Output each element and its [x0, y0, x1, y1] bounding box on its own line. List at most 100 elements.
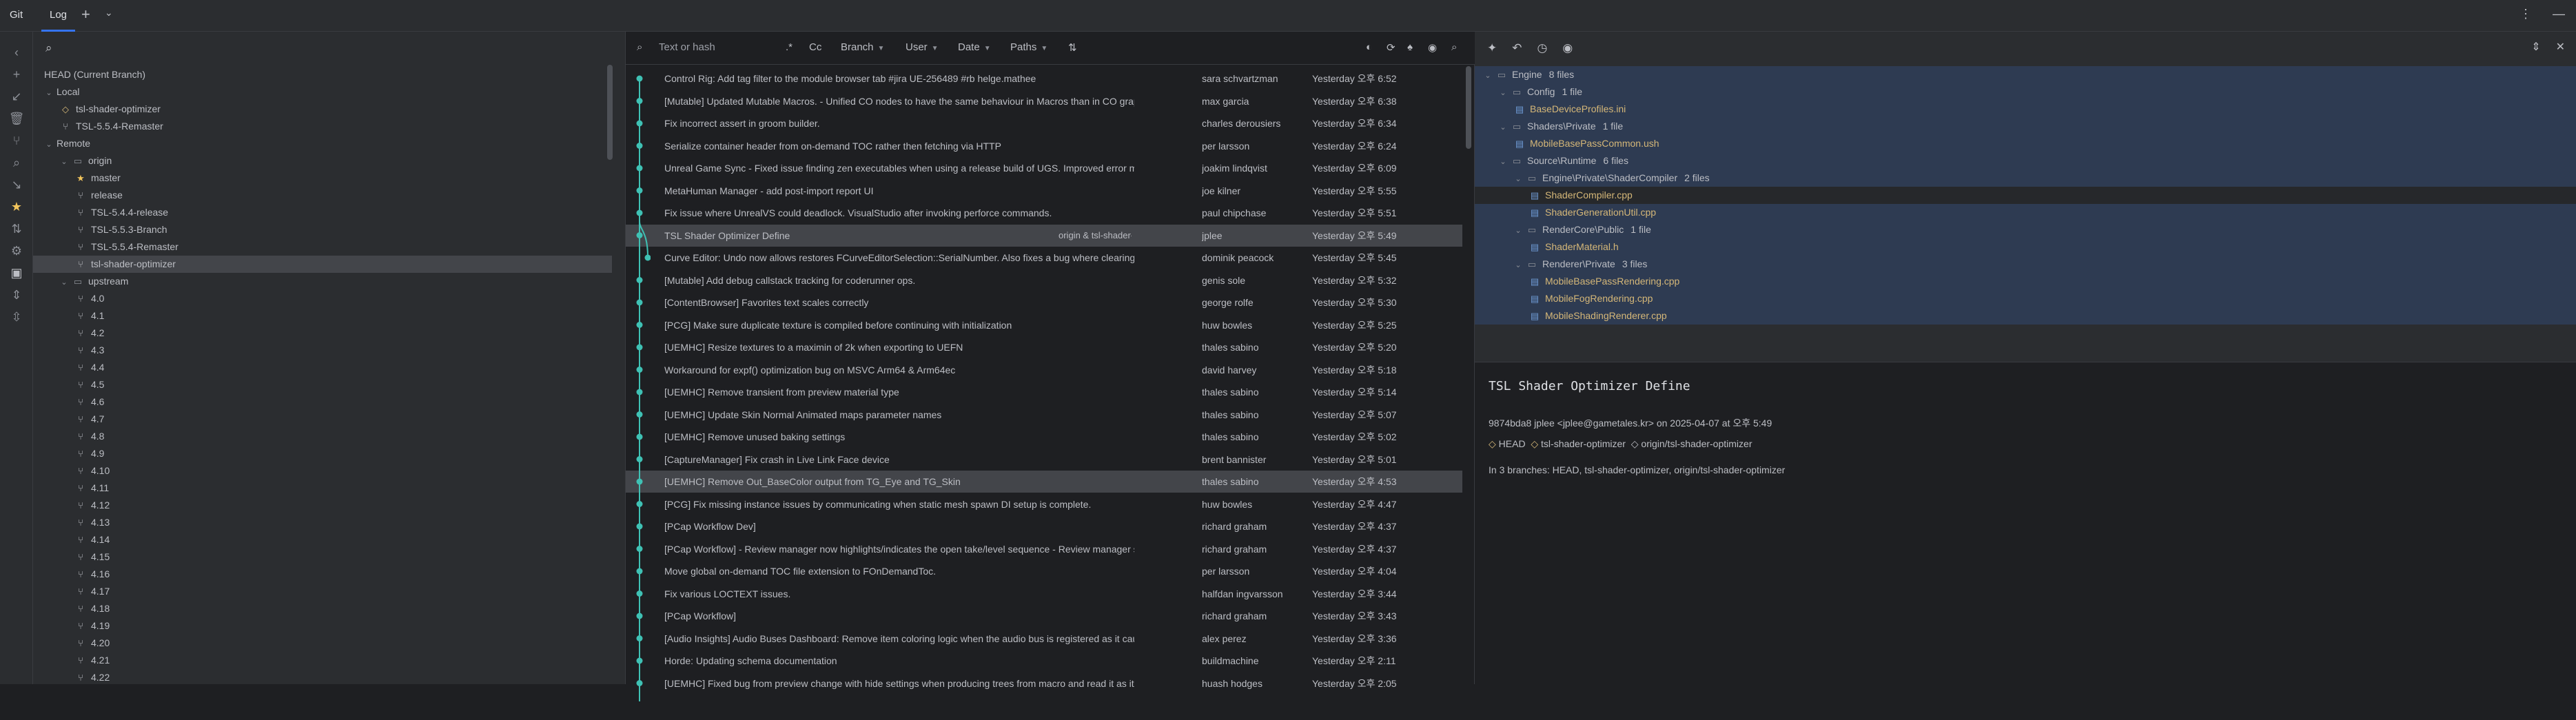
commit-row[interactable]: Fix issue where UnrealVS could deadlock.… — [626, 202, 1462, 224]
view-options-icon[interactable]: ◉ — [1428, 41, 1437, 54]
branch-item[interactable]: ◇ tsl-shader-optimizer — [33, 101, 612, 118]
ref-remote-branch[interactable]: origin/tsl-shader-optimizer — [1641, 438, 1752, 449]
user-filter-dropdown[interactable]: User ▼ — [906, 41, 939, 53]
tabs-dropdown-icon[interactable]: ⌄ — [105, 7, 113, 19]
fetch-icon[interactable]: ↘ — [0, 178, 33, 192]
chevron-down-icon[interactable]: ⌄ — [1483, 68, 1493, 85]
changed-file-item[interactable]: ▤ MobileBasePassCommon.ush — [1475, 135, 2576, 152]
paths-filter-dropdown[interactable]: Paths ▼ — [1010, 41, 1047, 53]
commit-row[interactable]: Fix incorrect assert in groom builder. ch… — [626, 112, 1462, 134]
branch-search-icon[interactable]: ⌕ — [45, 41, 52, 55]
chevron-down-icon[interactable]: ⌄ — [1513, 223, 1523, 240]
search-icon[interactable]: ⌕ — [0, 156, 33, 170]
add-tab-icon[interactable]: + — [81, 6, 90, 23]
show-diff-icon[interactable]: ✦ — [1487, 41, 1497, 55]
commit-row[interactable]: [UEMHC] Fixed bug from preview change wi… — [626, 672, 1462, 695]
branch-item[interactable]: ⌄ ▭ origin — [33, 152, 612, 169]
changed-folder-item[interactable]: ⌄ ▭ Config 1 file — [1475, 83, 2576, 101]
match-case-toggle[interactable]: Cc — [809, 41, 821, 53]
commit-row[interactable]: [Audio Insights] Audio Buses Dashboard: … — [626, 628, 1462, 650]
branch-item[interactable]: ⑂ release — [33, 187, 612, 204]
view-options-icon[interactable]: ◉ — [1562, 41, 1573, 55]
chevron-down-icon[interactable]: ⌄ — [44, 136, 54, 154]
chevron-down-icon[interactable]: ⌄ — [1498, 85, 1508, 102]
branch-item[interactable]: ⑂ 4.6 — [33, 393, 612, 411]
branch-item[interactable]: ⑂ 4.4 — [33, 359, 612, 376]
branch-item[interactable]: ⑂ 4.20 — [33, 635, 612, 652]
commit-row[interactable]: [PCap Workflow Dev] richard graham Yesterd… — [626, 515, 1462, 537]
commit-row[interactable]: [PCap Workflow] richard graham Yesterday 오… — [626, 605, 1462, 627]
history-icon[interactable]: ◷ — [1537, 41, 1548, 55]
branch-item[interactable]: ⑂ TSL-5.4.4-release — [33, 204, 612, 221]
branch-item[interactable]: ⑂ 4.11 — [33, 480, 612, 497]
minimize-icon[interactable]: — — [2553, 7, 2565, 21]
commit-row[interactable]: Serialize container header from on-deman… — [626, 135, 1462, 157]
panel-toggle-icon[interactable]: ▣ — [0, 266, 33, 280]
changed-file-item[interactable]: ▤ ShaderCompiler.cpp — [1475, 187, 2576, 204]
commit-row[interactable]: Curve Editor: Undo now allows restores F… — [626, 247, 1462, 269]
changed-folder-item[interactable]: ⌄ ▭ Engine\Private\ShaderCompiler 2 files — [1475, 169, 2576, 187]
chevron-down-icon[interactable]: ⌄ — [1513, 171, 1523, 188]
commit-row[interactable]: [PCG] Fix missing instance issues by com… — [626, 493, 1462, 515]
changed-file-item[interactable]: ▤ BaseDeviceProfiles.ini — [1475, 101, 2576, 118]
branch-filter-dropdown[interactable]: Branch ▼ — [841, 41, 884, 53]
graph-options-icon[interactable]: ◐ — [1366, 41, 1372, 53]
branch-item[interactable]: ⑂ 4.5 — [33, 376, 612, 393]
commit-row[interactable]: [CaptureManager] Fix crash in Live Link … — [626, 449, 1462, 471]
cherry-pick-icon[interactable]: ♠ — [1407, 41, 1413, 53]
changed-file-item[interactable]: ▤ MobileFogRendering.cpp — [1475, 290, 2576, 307]
changed-file-item[interactable]: ▤ ShaderGenerationUtil.cpp — [1475, 204, 2576, 221]
compare-icon[interactable]: ⇅ — [0, 222, 33, 236]
branch-item[interactable]: ⌄ Local — [33, 83, 612, 101]
branch-item[interactable]: ⌄ Remote — [33, 135, 612, 152]
branch-item[interactable]: HEAD (Current Branch) — [33, 66, 612, 83]
commit-row[interactable]: Move global on-demand TOC file extension… — [626, 560, 1462, 582]
branch-item[interactable]: ⌄ ▭ upstream — [33, 273, 612, 290]
revert-icon[interactable]: ↶ — [1512, 41, 1522, 55]
settings-icon[interactable]: ⚙ — [0, 244, 33, 258]
chevron-down-icon[interactable]: ⌄ — [59, 274, 69, 291]
collapse-all-icon[interactable]: ⇳ — [0, 310, 33, 325]
commit-row[interactable]: [UEMHC] Resize textures to a maximin of … — [626, 336, 1462, 358]
branch-item[interactable]: ⑂ 4.10 — [33, 462, 612, 480]
commit-row[interactable]: [UEMHC] Remove Out_BaseColor output from… — [626, 471, 1462, 493]
changed-folder-item[interactable]: ⌄ ▭ RenderCore\Public 1 file — [1475, 221, 2576, 238]
branch-item[interactable]: ⑂ TSL-5.5.3-Branch — [33, 221, 612, 238]
changed-folder-item[interactable]: ⌄ ▭ Shaders\Private 1 file — [1475, 118, 2576, 135]
branch-item[interactable]: ★ master — [33, 169, 612, 187]
commit-row[interactable]: Workaround for expf() optimization bug o… — [626, 359, 1462, 381]
branch-item[interactable]: ⑂ 4.12 — [33, 497, 612, 514]
branch-item[interactable]: ⑂ 4.1 — [33, 307, 612, 325]
changed-file-item[interactable]: ▤ MobileBasePassRendering.cpp — [1475, 273, 2576, 290]
branch-scrollbar[interactable] — [607, 65, 613, 160]
changed-file-item[interactable]: ▤ MobileShadingRenderer.cpp — [1475, 307, 2576, 325]
branch-item[interactable]: ⑂ TSL-5.5.4-Remaster — [33, 118, 612, 135]
commit-row[interactable]: [Mutable] Add debug callstack tracking f… — [626, 269, 1462, 291]
find-icon[interactable]: ⌕ — [1451, 41, 1457, 53]
changed-file-item[interactable]: ▤ ShaderMaterial.h — [1475, 238, 2576, 256]
changed-folder-item[interactable]: ⌄ ▭ Renderer\Private 3 files — [1475, 256, 2576, 273]
close-icon[interactable]: ✕ — [2556, 40, 2565, 54]
branch-item[interactable]: ⑂ 4.8 — [33, 428, 612, 445]
date-filter-dropdown[interactable]: Date ▼ — [958, 41, 991, 53]
branch-item[interactable]: ⑂ TSL-5.5.4-Remaster — [33, 238, 612, 256]
chevron-down-icon[interactable]: ⌄ — [44, 85, 54, 102]
commit-row[interactable]: [PCap Workflow] - Review manager now hig… — [626, 538, 1462, 560]
commit-row[interactable]: Unreal Game Sync - Fixed issue finding z… — [626, 157, 1462, 179]
branch-item[interactable]: ⑂ 4.3 — [33, 342, 612, 359]
ref-local-branch[interactable]: tsl-shader-optimizer — [1541, 438, 1626, 449]
branch-item[interactable]: ⑂ 4.9 — [33, 445, 612, 462]
commit-row[interactable]: [UEMHC] Remove unused baking settings tha… — [626, 426, 1462, 448]
more-options-icon[interactable]: ⋮ — [2519, 7, 2532, 21]
chevron-down-icon[interactable]: ⌄ — [59, 154, 69, 171]
refresh-icon[interactable]: ⟳ — [1387, 41, 1396, 54]
commit-row[interactable]: [UEMHC] Remove transient from preview ma… — [626, 381, 1462, 403]
commit-row[interactable]: Horde: Updating schema documentation buil… — [626, 650, 1462, 672]
log-scrollbar[interactable] — [1466, 66, 1471, 149]
branch-item[interactable]: ⑂ 4.17 — [33, 583, 612, 600]
update-icon[interactable]: ↙ — [0, 90, 33, 104]
commit-row[interactable]: [PCG] Make sure duplicate texture is com… — [626, 314, 1462, 336]
branch-item[interactable]: ⑂ tsl-shader-optimizer — [33, 256, 612, 273]
branch-item[interactable]: ⑂ 4.14 — [33, 531, 612, 548]
text-hash-search-input[interactable]: Text or hash — [659, 41, 715, 53]
